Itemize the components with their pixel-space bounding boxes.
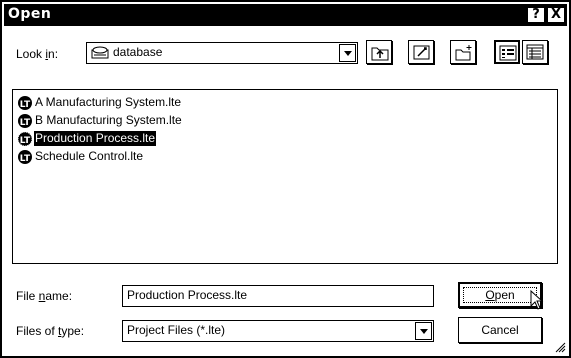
- lt-file-icon: LT: [18, 150, 32, 164]
- open-dialog: Open ? X Look in: database LT A Manufact…: [0, 0, 571, 358]
- up-folder-icon: [371, 47, 389, 61]
- window-title: Open: [8, 6, 52, 22]
- file-list[interactable]: LT A Manufacturing System.lte LT B Manuf…: [12, 89, 558, 264]
- svg-text:LT: LT: [20, 154, 31, 164]
- details-view-icon: [526, 44, 544, 60]
- lt-file-icon: LT: [18, 114, 32, 128]
- file-type-combo[interactable]: Project Files (*.lte): [122, 320, 434, 342]
- look-in-combo[interactable]: database: [86, 42, 358, 64]
- details-view-button[interactable]: [522, 40, 548, 64]
- svg-text:LT: LT: [20, 100, 31, 110]
- file-type-value: Project Files (*.lte): [127, 323, 226, 337]
- file-name-label: File name:: [16, 289, 73, 303]
- svg-text:LT: LT: [20, 136, 31, 146]
- look-in-dropdown-button[interactable]: [339, 44, 356, 62]
- look-in-label: Look in:: [16, 47, 59, 61]
- title-bar[interactable]: Open ? X: [4, 4, 567, 26]
- file-type-dropdown-button[interactable]: [415, 322, 432, 340]
- resize-grip-icon[interactable]: [554, 341, 566, 353]
- mouse-cursor-icon: [530, 290, 544, 310]
- drive-icon: [91, 46, 109, 59]
- file-name-field[interactable]: Production Process.lte: [122, 285, 434, 307]
- create-new-folder-button[interactable]: [450, 40, 476, 64]
- help-button[interactable]: ?: [527, 7, 545, 23]
- desktop-icon: [413, 45, 430, 60]
- cancel-button[interactable]: Cancel: [458, 317, 542, 343]
- new-folder-icon: [455, 45, 472, 61]
- up-one-level-button[interactable]: [366, 40, 392, 64]
- lt-file-icon: LT: [17, 131, 33, 147]
- lt-file-icon: LT: [18, 96, 32, 110]
- file-type-label: Files of type:: [16, 324, 85, 338]
- list-view-icon: [499, 45, 517, 61]
- desktop-button[interactable]: [408, 40, 434, 64]
- close-button[interactable]: X: [547, 7, 565, 23]
- svg-text:LT: LT: [20, 118, 31, 128]
- list-view-button[interactable]: [494, 40, 520, 64]
- look-in-value: database: [113, 45, 163, 59]
